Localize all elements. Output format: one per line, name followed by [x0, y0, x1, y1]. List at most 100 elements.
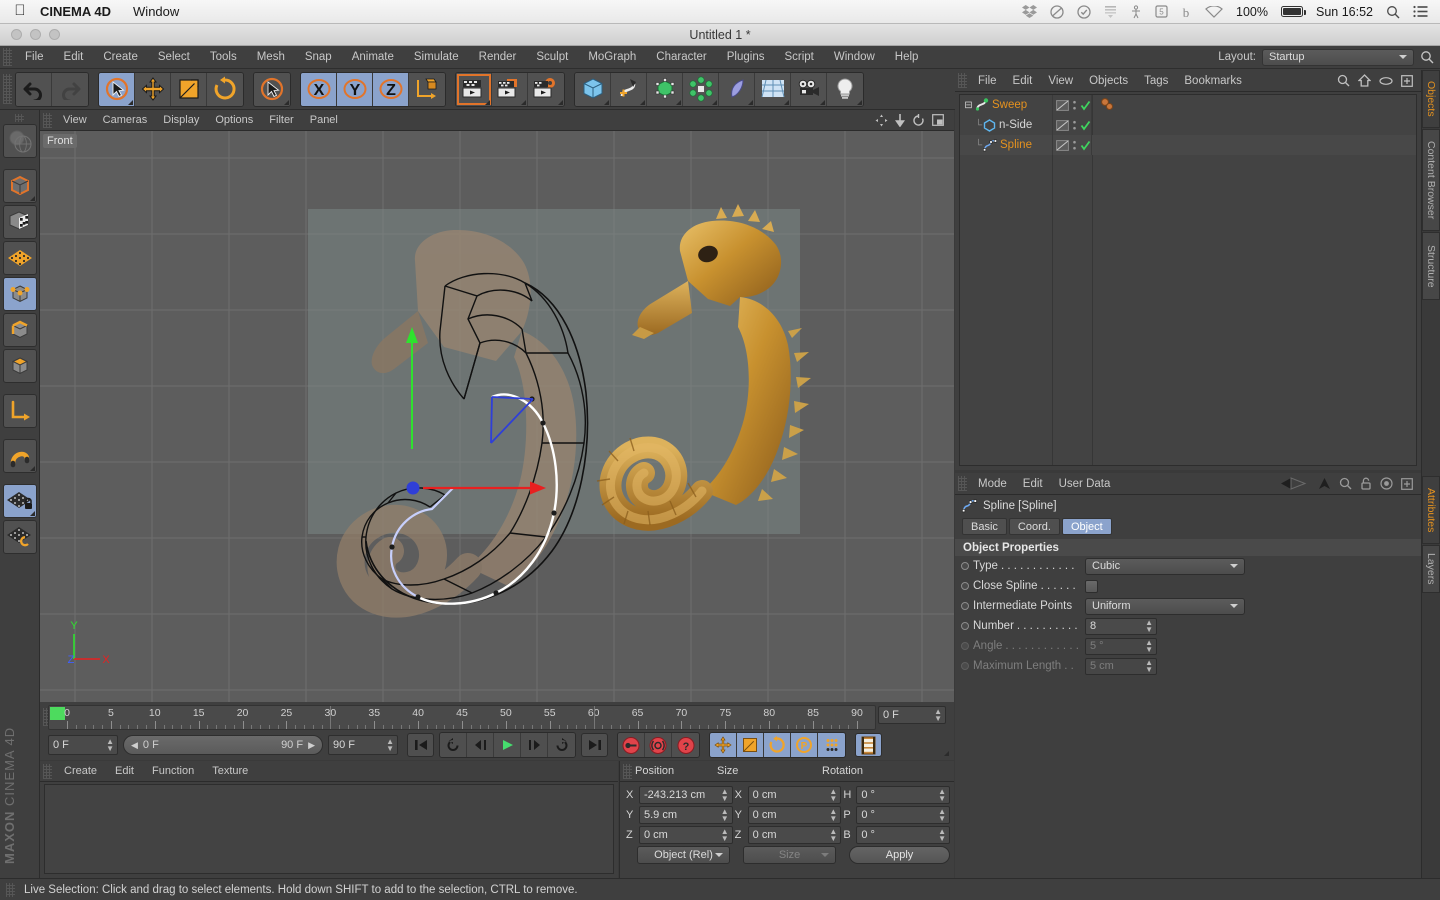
- viewport-grip-handle[interactable]: [43, 113, 52, 128]
- record-position-button[interactable]: [710, 733, 737, 757]
- home-icon[interactable]: [1358, 74, 1371, 87]
- search-icon[interactable]: [1420, 50, 1434, 64]
- tab-object[interactable]: Object: [1062, 518, 1112, 535]
- object-menu-objects[interactable]: Objects: [1081, 75, 1136, 87]
- goto-start-button[interactable]: [407, 733, 434, 757]
- sync-icon[interactable]: [1050, 5, 1064, 19]
- magnet-icon-button[interactable]: [3, 439, 37, 473]
- layout-dropdown[interactable]: Startup: [1262, 49, 1414, 66]
- move-tool[interactable]: [135, 73, 171, 106]
- polygon-mode-button[interactable]: [3, 349, 37, 383]
- search-icon[interactable]: [1337, 74, 1350, 87]
- property-bullet-icon[interactable]: [961, 582, 969, 590]
- eye-icon[interactable]: [1379, 76, 1393, 86]
- edge-mode-button[interactable]: [3, 313, 37, 347]
- up-arrow-icon[interactable]: [1318, 477, 1331, 490]
- macos-clock[interactable]: Sun 16:52: [1316, 5, 1373, 19]
- object-menu-view[interactable]: View: [1040, 75, 1081, 87]
- menu-character[interactable]: Character: [646, 46, 717, 69]
- timeline-ruler[interactable]: 051015202530354045505560657075808590: [48, 705, 876, 730]
- object-row-sweep[interactable]: ⊟ Sweep: [960, 95, 1416, 115]
- display-toggle-icon[interactable]: [1056, 140, 1069, 151]
- coordinate-size-dropdown[interactable]: Size: [743, 846, 836, 864]
- notification-center-icon[interactable]: [1413, 5, 1428, 18]
- menu-edit[interactable]: Edit: [54, 46, 94, 69]
- maximize-view-icon[interactable]: [932, 114, 944, 126]
- menu-create[interactable]: Create: [93, 46, 148, 69]
- spinner-icon[interactable]: ▲▼: [721, 828, 729, 842]
- add-mograph-button[interactable]: [683, 73, 719, 106]
- keyframe-selection-button[interactable]: ?: [672, 733, 699, 757]
- menu-window[interactable]: Window: [824, 46, 885, 69]
- menu-file[interactable]: File: [15, 46, 54, 69]
- macos-app-name[interactable]: CINEMA 4D: [40, 4, 111, 19]
- apply-button[interactable]: Apply: [849, 846, 950, 864]
- coord-size-x-field[interactable]: 0 cm▲▼: [748, 786, 842, 804]
- goto-end-button[interactable]: [581, 733, 608, 757]
- coord-rot-p-field[interactable]: 0 °▲▼: [856, 806, 950, 824]
- axis-modify-button[interactable]: [3, 394, 37, 428]
- material-list[interactable]: [44, 784, 614, 874]
- attr-menu-user-data[interactable]: User Data: [1051, 478, 1119, 490]
- spinner-icon[interactable]: ▲▼: [386, 738, 394, 752]
- coordinate-mode-dropdown[interactable]: Object (Rel): [637, 846, 730, 864]
- attr-menu-edit[interactable]: Edit: [1015, 478, 1051, 490]
- status-grip-handle[interactable]: [6, 883, 15, 897]
- enabled-check-icon[interactable]: [1080, 100, 1091, 111]
- left-palette-grip[interactable]: [15, 114, 24, 122]
- menu-plugins[interactable]: Plugins: [717, 46, 775, 69]
- menu-help[interactable]: Help: [885, 46, 929, 69]
- spinner-icon[interactable]: ▲▼: [1145, 619, 1153, 633]
- dolly-icon[interactable]: [895, 114, 905, 127]
- coord-rot-h-field[interactable]: 0 °▲▼: [856, 786, 950, 804]
- property-bullet-icon[interactable]: [961, 562, 969, 570]
- workplane-lock-button[interactable]: [3, 484, 37, 518]
- menu-snap[interactable]: Snap: [295, 46, 342, 69]
- x-axis-lock[interactable]: X: [301, 73, 337, 106]
- render-view-button[interactable]: [456, 73, 492, 106]
- viewport-menu-display[interactable]: Display: [155, 114, 207, 126]
- vtab-objects[interactable]: Objects: [1422, 70, 1440, 128]
- menu-grip-handle[interactable]: [3, 48, 12, 66]
- expand-toggle-icon[interactable]: ⊟: [962, 100, 975, 111]
- object-manager-grip-handle[interactable]: [958, 73, 967, 88]
- spinner-icon[interactable]: ▲▼: [829, 788, 837, 802]
- menu-mesh[interactable]: Mesh: [247, 46, 295, 69]
- object-menu-edit[interactable]: Edit: [1005, 75, 1041, 87]
- attributes-grip-handle[interactable]: [958, 476, 967, 491]
- menu-simulate[interactable]: Simulate: [404, 46, 469, 69]
- rotate-view-icon[interactable]: [912, 114, 925, 127]
- menu-sculpt[interactable]: Sculpt: [526, 46, 578, 69]
- globe-sphere-icon-button[interactable]: [3, 124, 37, 158]
- live-selection-tool[interactable]: [99, 73, 135, 106]
- workplane-rotate-button[interactable]: [3, 520, 37, 554]
- record-rotation-button[interactable]: [764, 733, 791, 757]
- spinner-icon[interactable]: ▲▼: [938, 788, 946, 802]
- viewport-menu-view[interactable]: View: [55, 114, 95, 126]
- current-frame-field[interactable]: 0 F ▲▼: [878, 706, 946, 724]
- record-keyframe-button[interactable]: [618, 733, 645, 757]
- search-icon[interactable]: [1339, 477, 1352, 490]
- add-light-button[interactable]: [827, 73, 863, 106]
- material-menu-edit[interactable]: Edit: [106, 765, 143, 777]
- viewport-menu-options[interactable]: Options: [207, 114, 261, 126]
- record-parameter-button[interactable]: [818, 733, 845, 757]
- step-back-button[interactable]: [467, 733, 494, 757]
- vtab-attributes[interactable]: Attributes: [1422, 476, 1440, 544]
- menu-script[interactable]: Script: [774, 46, 823, 69]
- render-settings-button[interactable]: [528, 73, 564, 106]
- visibility-dots-icon[interactable]: [1072, 140, 1077, 151]
- z-axis-lock[interactable]: Z: [373, 73, 409, 106]
- rotate-tool[interactable]: [207, 73, 243, 106]
- object-tree[interactable]: ⊟ Sweep └ n-Side: [959, 94, 1417, 466]
- dropbox-icon[interactable]: [1022, 5, 1037, 18]
- spinner-icon[interactable]: ▲▼: [938, 808, 946, 822]
- property-bullet-icon[interactable]: [961, 622, 969, 630]
- intermediate-points-dropdown[interactable]: Uniform: [1085, 598, 1245, 615]
- viewport-menu-filter[interactable]: Filter: [261, 114, 301, 126]
- selection-tool[interactable]: [254, 73, 290, 106]
- menu-tools[interactable]: Tools: [200, 46, 247, 69]
- lock-icon[interactable]: [1360, 477, 1372, 490]
- type-dropdown[interactable]: Cubic: [1085, 558, 1245, 575]
- object-menu-file[interactable]: File: [970, 75, 1005, 87]
